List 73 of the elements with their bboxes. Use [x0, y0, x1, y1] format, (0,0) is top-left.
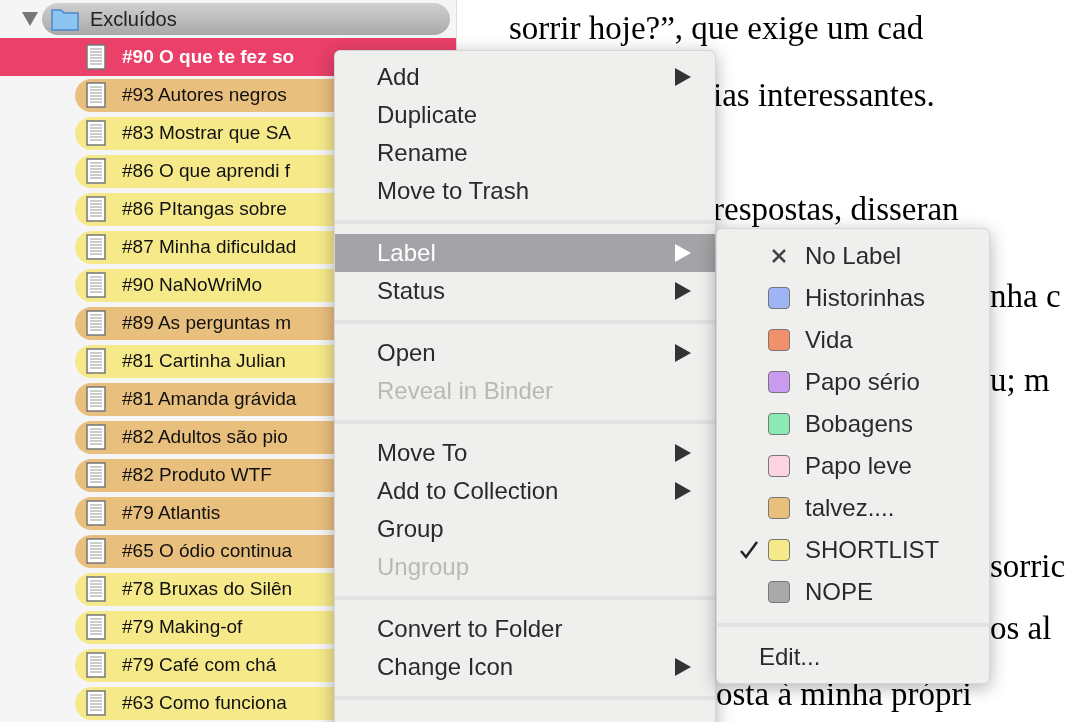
label-menu-item[interactable]: Papo sério — [717, 361, 989, 403]
document-icon — [86, 500, 106, 526]
submenu-arrow-icon — [675, 68, 691, 86]
document-icon — [86, 652, 106, 678]
binder-item-label: #82 Produto WTF — [122, 462, 272, 487]
document-icon — [86, 614, 106, 640]
binder-item-label: #93 Autores negros — [122, 82, 287, 107]
document-icon — [86, 386, 106, 412]
binder-item-label: #81 Amanda grávida — [122, 386, 297, 411]
binder-item-label: #79 Café com chá — [122, 652, 277, 677]
menu-item[interactable]: Add to Collection — [335, 472, 715, 510]
binder-item-label: #79 Making-of — [122, 614, 243, 639]
menu-item[interactable]: Group — [335, 510, 715, 548]
binder-item-label: #86 O que aprendi f — [122, 158, 290, 183]
submenu-arrow-icon — [675, 444, 691, 462]
document-text: sorrir hoje?”, que exige um cad — [509, 10, 924, 46]
submenu-arrow-icon — [675, 482, 691, 500]
label-menu-item[interactable]: talvez.... — [717, 487, 989, 529]
document-text: respostas, disseran — [713, 191, 959, 227]
menu-item[interactable]: Move to Trash — [335, 172, 715, 210]
document-icon — [86, 120, 106, 146]
document-text: nha c — [990, 278, 1061, 314]
document-text: sorric — [990, 548, 1066, 584]
folder-icon — [50, 6, 80, 32]
binder-item-label: #87 Minha dificuldad — [122, 234, 297, 259]
submenu-arrow-icon — [675, 244, 691, 262]
submenu-arrow-icon — [675, 658, 691, 676]
document-text: os al — [990, 610, 1052, 646]
binder-item-label: #78 Bruxas do Silên — [122, 576, 293, 601]
document-text: u; m — [990, 362, 1050, 398]
binder-item-label: #81 Cartinha Julian — [122, 348, 286, 373]
submenu-arrow-icon — [675, 282, 691, 300]
label-menu-item[interactable]: NOPE — [717, 571, 989, 613]
menu-item[interactable]: Open — [335, 334, 715, 372]
document-icon — [86, 424, 106, 450]
submenu-arrow-icon — [675, 344, 691, 362]
edit-labels-item[interactable]: Edit... — [717, 637, 989, 677]
document-icon — [86, 576, 106, 602]
label-menu-item[interactable]: Historinhas — [717, 277, 989, 319]
document-icon — [86, 690, 106, 716]
document-icon — [86, 196, 106, 222]
label-menu-item[interactable]: Vida — [717, 319, 989, 361]
menu-item[interactable]: Change Icon — [335, 648, 715, 686]
binder-item-label: #82 Adultos são pio — [122, 424, 288, 449]
menu-item[interactable]: Status — [335, 272, 715, 310]
document-icon — [86, 348, 106, 374]
document-icon — [86, 158, 106, 184]
binder-item-label: #86 PItangas sobre — [122, 196, 287, 221]
menu-item[interactable]: Duplicate — [335, 96, 715, 134]
binder-item-label: #65 O ódio continua — [122, 538, 293, 563]
binder-item-label: #90 O que te fez so — [122, 44, 295, 69]
label-menu-item[interactable]: SHORTLIST — [717, 529, 989, 571]
document-icon — [86, 310, 106, 336]
menu-item[interactable]: Move To — [335, 434, 715, 472]
disclosure-triangle-icon[interactable] — [22, 12, 38, 26]
binder-item-label: #63 Como funciona — [122, 690, 287, 715]
binder-item-label: #79 Atlantis — [122, 500, 221, 525]
document-icon — [86, 44, 106, 70]
document-icon — [86, 462, 106, 488]
menu-item[interactable]: Convert to Folder — [335, 610, 715, 648]
document-icon — [86, 272, 106, 298]
document-icon — [86, 538, 106, 564]
document-text: ias interessantes. — [713, 77, 935, 113]
binder-item-label: #89 As perguntas m — [122, 310, 291, 335]
label-menu-item[interactable]: No Label — [717, 235, 989, 277]
folder-row[interactable]: Excluídos — [42, 3, 450, 35]
label-menu-item[interactable]: Bobagens — [717, 403, 989, 445]
document-icon — [86, 82, 106, 108]
binder-item-label: #90 NaNoWriMo — [122, 272, 263, 297]
binder-item-label: #83 Mostrar que SA — [122, 120, 291, 145]
document-icon — [86, 234, 106, 260]
menu-item[interactable]: Rename — [335, 134, 715, 172]
label-menu-item[interactable]: Papo leve — [717, 445, 989, 487]
